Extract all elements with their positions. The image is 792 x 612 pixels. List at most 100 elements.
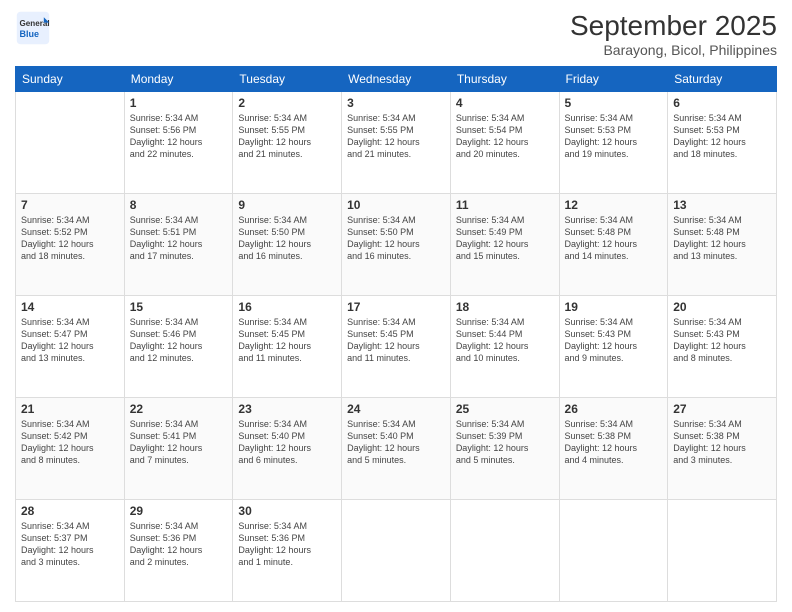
week-row-0: 1 Sunrise: 5:34 AM Sunset: 5:56 PM Daylig… [16, 92, 777, 194]
cell-info: Sunrise: 5:34 AM Sunset: 5:44 PM Dayligh… [456, 316, 554, 365]
logo-icon: General Blue [15, 10, 51, 46]
calendar-cell: 25Sunrise: 5:34 AM Sunset: 5:39 PM Dayli… [450, 398, 559, 500]
day-number: 17 [347, 300, 445, 314]
day-number: 13 [673, 198, 771, 212]
cell-info: Sunrise: 5:34 AM Sunset: 5:54 PM Dayligh… [456, 112, 554, 161]
day-number: 23 [238, 402, 336, 416]
cell-info: Sunrise: 5:34 AM Sunset: 5:36 PM Dayligh… [130, 520, 228, 569]
cell-info: Sunrise: 5:34 AM Sunset: 5:37 PM Dayligh… [21, 520, 119, 569]
calendar-cell [668, 500, 777, 602]
calendar-cell: 18 Sunrise: 5:34 AM Sunset: 5:44 PM Dayli… [450, 296, 559, 398]
day-number: 28 [21, 504, 119, 518]
cell-info: Sunrise: 5:34 AM Sunset: 5:38 PM Dayligh… [565, 418, 663, 467]
day-number: 29 [130, 504, 228, 518]
title-block: September 2025 Barayong, Bicol, Philippi… [570, 10, 777, 58]
day-header-monday: Monday [124, 67, 233, 92]
calendar-cell [559, 500, 668, 602]
day-number: 25 [456, 402, 554, 416]
calendar-cell: 6 Sunrise: 5:34 AM Sunset: 5:53 PM Daylig… [668, 92, 777, 194]
cell-info: Sunrise: 5:34 AM Sunset: 5:48 PM Dayligh… [565, 214, 663, 263]
logo: General Blue [15, 10, 51, 46]
day-header-sunday: Sunday [16, 67, 125, 92]
day-number: 20 [673, 300, 771, 314]
cell-info: Sunrise: 5:34 AM Sunset: 5:56 PM Dayligh… [130, 112, 228, 161]
day-number: 3 [347, 96, 445, 110]
cell-info: Sunrise: 5:34 AM Sunset: 5:53 PM Dayligh… [673, 112, 771, 161]
cell-info: Sunrise: 5:34 AM Sunset: 5:45 PM Dayligh… [347, 316, 445, 365]
calendar-cell: 4 Sunrise: 5:34 AM Sunset: 5:54 PM Daylig… [450, 92, 559, 194]
day-number: 27 [673, 402, 771, 416]
cell-info: Sunrise: 5:34 AM Sunset: 5:50 PM Dayligh… [347, 214, 445, 263]
day-number: 11 [456, 198, 554, 212]
day-number: 21 [21, 402, 119, 416]
calendar-cell [16, 92, 125, 194]
calendar-cell: 16 Sunrise: 5:34 AM Sunset: 5:45 PM Dayli… [233, 296, 342, 398]
day-number: 30 [238, 504, 336, 518]
calendar-cell: 15Sunrise: 5:34 AM Sunset: 5:46 PM Dayli… [124, 296, 233, 398]
week-row-4: 28 Sunrise: 5:34 AM Sunset: 5:37 PM Dayli… [16, 500, 777, 602]
cell-info: Sunrise: 5:34 AM Sunset: 5:40 PM Dayligh… [238, 418, 336, 467]
day-number: 18 [456, 300, 554, 314]
day-number: 15 [130, 300, 228, 314]
calendar-cell: 13 Sunrise: 5:34 AM Sunset: 5:48 PM Dayli… [668, 194, 777, 296]
cell-info: Sunrise: 5:34 AM Sunset: 5:55 PM Dayligh… [238, 112, 336, 161]
calendar-cell: 7Sunrise: 5:34 AM Sunset: 5:52 PM Daylig… [16, 194, 125, 296]
calendar-cell: 1 Sunrise: 5:34 AM Sunset: 5:56 PM Daylig… [124, 92, 233, 194]
day-number: 2 [238, 96, 336, 110]
month-title: September 2025 [570, 10, 777, 42]
calendar-cell: 12 Sunrise: 5:34 AM Sunset: 5:48 PM Dayli… [559, 194, 668, 296]
day-number: 26 [565, 402, 663, 416]
cell-info: Sunrise: 5:34 AM Sunset: 5:43 PM Dayligh… [673, 316, 771, 365]
calendar-page: General Blue September 2025 Barayong, Bi… [0, 0, 792, 612]
cell-info: Sunrise: 5:34 AM Sunset: 5:42 PM Dayligh… [21, 418, 119, 467]
calendar-cell: 9 Sunrise: 5:34 AM Sunset: 5:50 PM Daylig… [233, 194, 342, 296]
day-number: 4 [456, 96, 554, 110]
day-number: 9 [238, 198, 336, 212]
day-number: 6 [673, 96, 771, 110]
day-number: 1 [130, 96, 228, 110]
day-number: 8 [130, 198, 228, 212]
day-header-wednesday: Wednesday [342, 67, 451, 92]
cell-info: Sunrise: 5:34 AM Sunset: 5:47 PM Dayligh… [21, 316, 119, 365]
calendar-header-row: SundayMondayTuesdayWednesdayThursdayFrid… [16, 67, 777, 92]
calendar-cell: 26 Sunrise: 5:34 AM Sunset: 5:38 PM Dayli… [559, 398, 668, 500]
calendar-cell [450, 500, 559, 602]
calendar-cell: 23 Sunrise: 5:34 AM Sunset: 5:40 PM Dayli… [233, 398, 342, 500]
cell-info: Sunrise: 5:34 AM Sunset: 5:40 PM Dayligh… [347, 418, 445, 467]
week-row-3: 21 Sunrise: 5:34 AM Sunset: 5:42 PM Dayli… [16, 398, 777, 500]
day-number: 5 [565, 96, 663, 110]
calendar-cell: 11 Sunrise: 5:34 AM Sunset: 5:49 PM Dayli… [450, 194, 559, 296]
header: General Blue September 2025 Barayong, Bi… [15, 10, 777, 58]
calendar-cell: 28 Sunrise: 5:34 AM Sunset: 5:37 PM Dayli… [16, 500, 125, 602]
calendar-cell: 22 Sunrise: 5:34 AM Sunset: 5:41 PM Dayli… [124, 398, 233, 500]
cell-info: Sunrise: 5:34 AM Sunset: 5:41 PM Dayligh… [130, 418, 228, 467]
cell-info: Sunrise: 5:34 AM Sunset: 5:38 PM Dayligh… [673, 418, 771, 467]
calendar-cell [342, 500, 451, 602]
cell-info: Sunrise: 5:34 AM Sunset: 5:43 PM Dayligh… [565, 316, 663, 365]
calendar-cell: 8 Sunrise: 5:34 AM Sunset: 5:51 PM Daylig… [124, 194, 233, 296]
cell-info: Sunrise: 5:34 AM Sunset: 5:48 PM Dayligh… [673, 214, 771, 263]
day-number: 24 [347, 402, 445, 416]
day-number: 12 [565, 198, 663, 212]
calendar-cell: 17 Sunrise: 5:34 AM Sunset: 5:45 PM Dayli… [342, 296, 451, 398]
calendar-cell: 24 Sunrise: 5:34 AM Sunset: 5:40 PM Dayli… [342, 398, 451, 500]
calendar-cell: 29 Sunrise: 5:34 AM Sunset: 5:36 PM Dayli… [124, 500, 233, 602]
calendar-cell: 20 Sunrise: 5:34 AM Sunset: 5:43 PM Dayli… [668, 296, 777, 398]
cell-info: Sunrise: 5:34 AM Sunset: 5:50 PM Dayligh… [238, 214, 336, 263]
week-row-1: 7Sunrise: 5:34 AM Sunset: 5:52 PM Daylig… [16, 194, 777, 296]
cell-info: Sunrise: 5:34 AM Sunset: 5:45 PM Dayligh… [238, 316, 336, 365]
cell-info: Sunrise: 5:34 AM Sunset: 5:51 PM Dayligh… [130, 214, 228, 263]
cell-info: Sunrise: 5:34 AM Sunset: 5:49 PM Dayligh… [456, 214, 554, 263]
day-number: 22 [130, 402, 228, 416]
calendar-table: SundayMondayTuesdayWednesdayThursdayFrid… [15, 66, 777, 602]
cell-info: Sunrise: 5:34 AM Sunset: 5:52 PM Dayligh… [21, 214, 119, 263]
location: Barayong, Bicol, Philippines [570, 42, 777, 58]
day-number: 16 [238, 300, 336, 314]
day-header-friday: Friday [559, 67, 668, 92]
calendar-cell: 5 Sunrise: 5:34 AM Sunset: 5:53 PM Daylig… [559, 92, 668, 194]
calendar-cell: 19 Sunrise: 5:34 AM Sunset: 5:43 PM Dayli… [559, 296, 668, 398]
day-header-saturday: Saturday [668, 67, 777, 92]
cell-info: Sunrise: 5:34 AM Sunset: 5:53 PM Dayligh… [565, 112, 663, 161]
day-number: 19 [565, 300, 663, 314]
calendar-cell: 2 Sunrise: 5:34 AM Sunset: 5:55 PM Daylig… [233, 92, 342, 194]
